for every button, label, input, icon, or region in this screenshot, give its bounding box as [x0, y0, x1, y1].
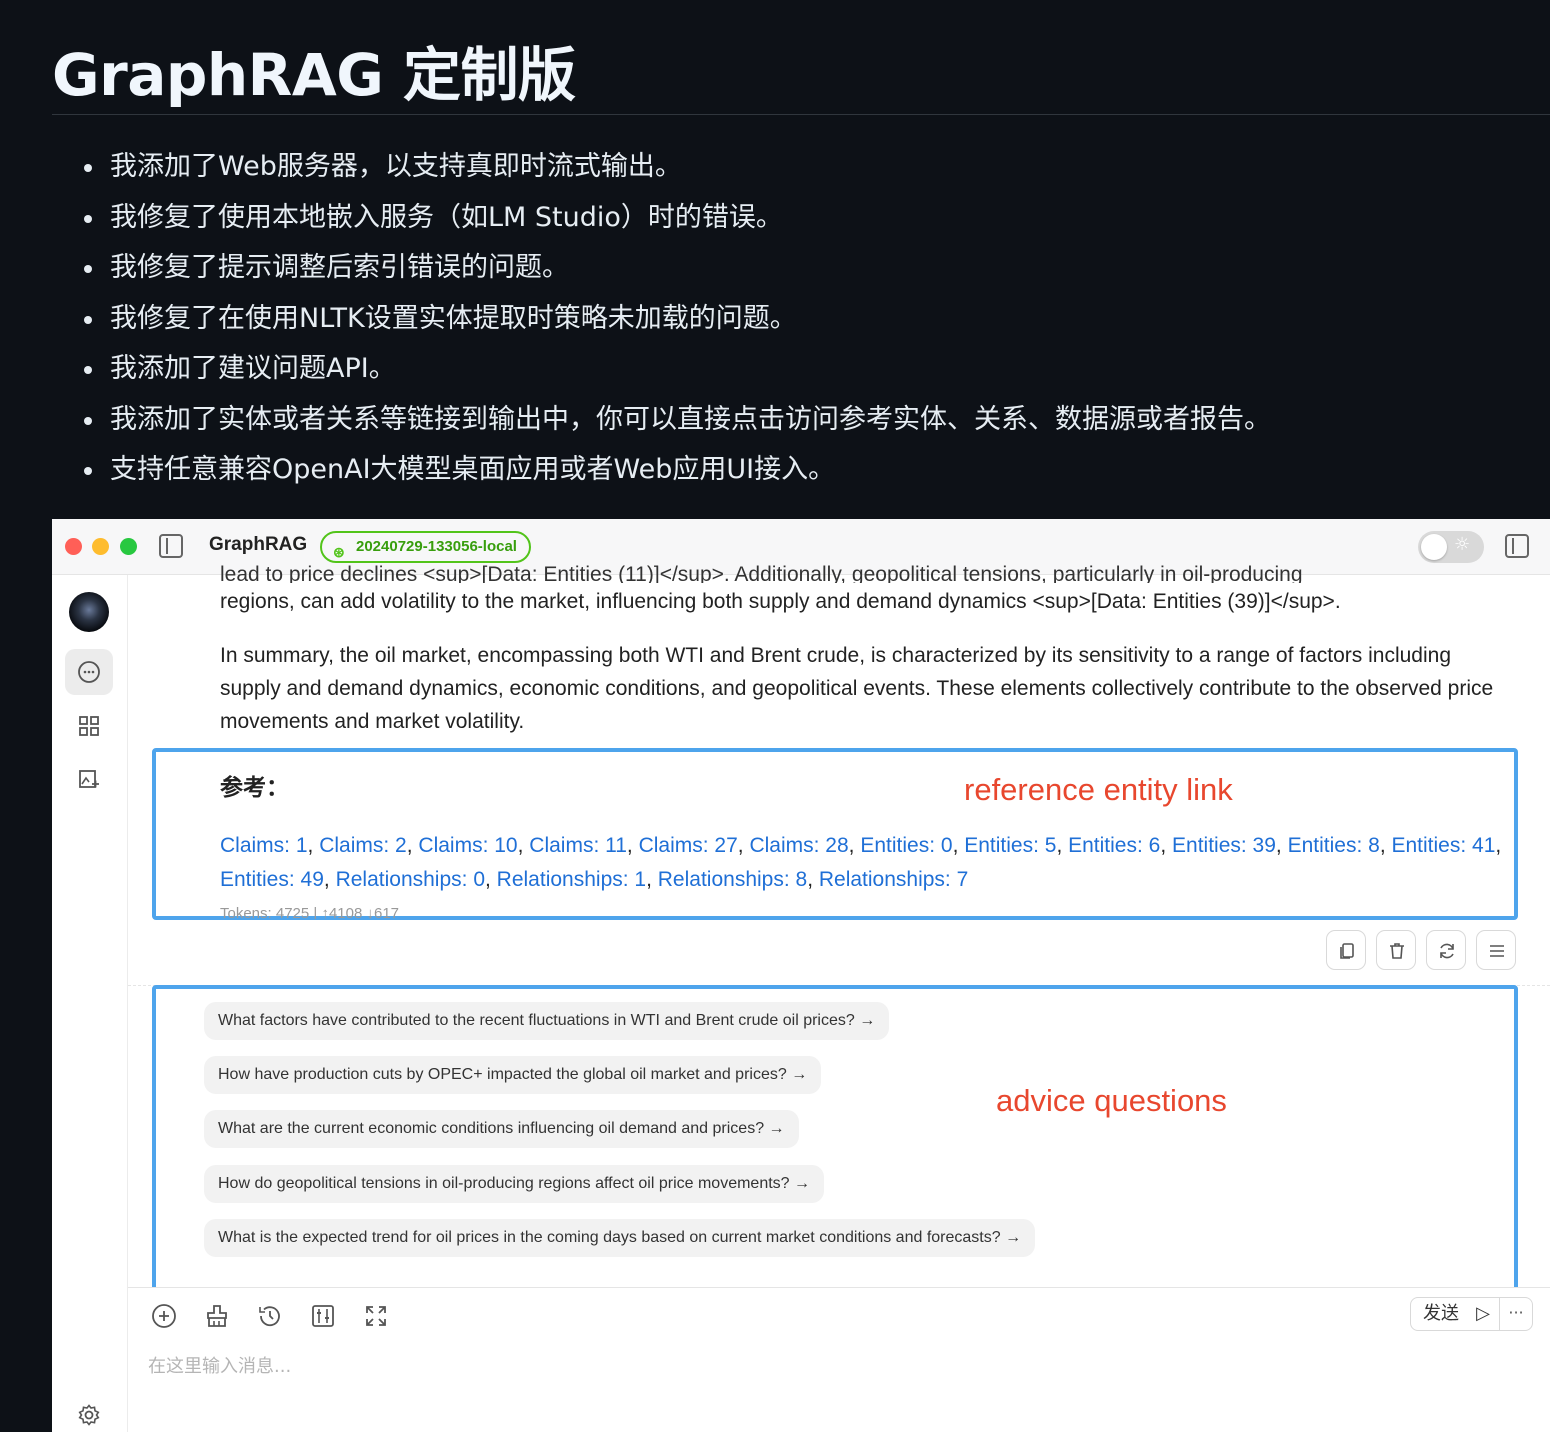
- reference-link[interactable]: Relationships: 8: [658, 868, 807, 891]
- advice-annotation: advice questions: [996, 1083, 1227, 1118]
- reference-link[interactable]: Entities: 39: [1172, 834, 1276, 857]
- reference-link[interactable]: Claims: 27: [639, 834, 738, 857]
- readme-title: GraphRAG 定制版: [52, 41, 576, 109]
- avatar[interactable]: [69, 592, 109, 632]
- trash-icon: [1390, 943, 1404, 959]
- message-summary: In summary, the oil market, encompassing…: [220, 644, 1494, 733]
- message-text-partial: lead to price declines <sup>[Data: Entit…: [220, 563, 1303, 583]
- new-topic-icon[interactable]: [150, 1302, 178, 1330]
- suggested-question[interactable]: What is the expected trend for oil price…: [204, 1219, 1036, 1257]
- maximize-window-button[interactable]: [120, 538, 137, 555]
- reference-link[interactable]: Claims: 2: [319, 834, 407, 857]
- menu-button[interactable]: [1476, 930, 1516, 970]
- send-icon: ▷: [1476, 1303, 1490, 1324]
- feature-item: 我添加了建议问题API。: [80, 344, 1271, 395]
- reference-links: Claims: 1, Claims: 2, Claims: 10, Claims…: [220, 834, 1502, 891]
- reference-link[interactable]: Claims: 1: [220, 834, 308, 857]
- feature-item: 我修复了使用本地嵌入服务（如LM Studio）时的错误。: [80, 193, 1271, 244]
- reference-link[interactable]: Entities: 5: [964, 834, 1056, 857]
- reference-annotation: reference entity link: [964, 772, 1233, 807]
- history-icon[interactable]: [256, 1302, 284, 1330]
- chat-nav-button[interactable]: [65, 649, 113, 695]
- chat-area: lead to price declines <sup>[Data: Entit…: [128, 563, 1550, 1432]
- gear-icon: [78, 1404, 100, 1426]
- sun-icon: ☼: [1454, 534, 1471, 555]
- copy-icon: [1340, 943, 1354, 959]
- suggested-question[interactable]: How do geopolitical tensions in oil-prod…: [204, 1165, 825, 1203]
- reference-link[interactable]: Entities: 41: [1391, 834, 1495, 857]
- reference-link[interactable]: Claims: 28: [749, 834, 848, 857]
- send-options-button[interactable]: ···: [1499, 1297, 1533, 1331]
- delete-button[interactable]: [1376, 930, 1416, 970]
- reference-link[interactable]: Relationships: 7: [819, 868, 968, 891]
- input-area: 发送 ▷ ···: [128, 1287, 1550, 1432]
- send-button[interactable]: 发送 ▷: [1410, 1297, 1500, 1331]
- feature-list: 我添加了Web服务器，以支持真即时流式输出。 我修复了使用本地嵌入服务（如LM …: [80, 142, 1271, 496]
- settings-nav-button[interactable]: [65, 1392, 113, 1432]
- reference-link[interactable]: Entities: 0: [860, 834, 952, 857]
- theme-toggle[interactable]: ☼: [1418, 531, 1484, 563]
- reference-link[interactable]: Relationships: 0: [336, 868, 485, 891]
- feature-item: 支持任意兼容OpenAI大模型桌面应用或者Web应用UI接入。: [80, 445, 1271, 496]
- reference-link[interactable]: Claims: 10: [418, 834, 517, 857]
- reference-link[interactable]: Entities: 6: [1068, 834, 1160, 857]
- clear-context-icon[interactable]: [203, 1302, 231, 1330]
- cube-icon: ⊛: [333, 544, 345, 560]
- copy-button[interactable]: [1326, 930, 1366, 970]
- image-ai-nav-button[interactable]: [65, 757, 113, 803]
- left-rail: [52, 575, 128, 1432]
- feature-item: 我修复了提示调整后索引错误的问题。: [80, 243, 1271, 294]
- chat-bubble-icon: [78, 661, 100, 683]
- refresh-icon: [1440, 943, 1454, 959]
- reference-link[interactable]: Entities: 49: [220, 868, 324, 891]
- message-text: regions, can add volatility to the marke…: [220, 590, 1341, 613]
- app-name: GraphRAG: [209, 534, 308, 555]
- regenerate-button[interactable]: [1426, 930, 1466, 970]
- version-label: 20240729-133056-local: [356, 538, 517, 555]
- suggested-question[interactable]: How have production cuts by OPEC+ impact…: [204, 1056, 822, 1094]
- sliders-icon[interactable]: [309, 1302, 337, 1330]
- grid-icon: [79, 716, 99, 736]
- feature-item: 我添加了Web服务器，以支持真即时流式输出。: [80, 142, 1271, 193]
- sidebar-toggle-icon[interactable]: [159, 534, 183, 558]
- discover-nav-button[interactable]: [65, 703, 113, 749]
- reference-link[interactable]: Relationships: 1: [497, 868, 646, 891]
- expand-icon[interactable]: [362, 1302, 390, 1330]
- message-input[interactable]: [148, 1346, 1398, 1386]
- token-count: Tokens: 4725 | ↑4108 ↓617: [220, 905, 400, 919]
- feature-item: 我添加了实体或者关系等链接到输出中，你可以直接点击访问参考实体、关系、数据源或者…: [80, 395, 1271, 446]
- feature-item: 我修复了在使用NLTK设置实体提取时策略未加载的问题。: [80, 294, 1271, 345]
- panel-icon[interactable]: [1505, 534, 1529, 558]
- image-ai-icon: [79, 770, 99, 788]
- suggested-question[interactable]: What factors have contributed to the rec…: [204, 1002, 890, 1040]
- app-window: GraphRAG ⊛ 20240729-133056-local ☼ lead t…: [52, 519, 1550, 1432]
- references-heading: 参考：: [220, 775, 289, 801]
- close-window-button[interactable]: [65, 538, 82, 555]
- send-label: 发送: [1423, 1303, 1459, 1324]
- title-divider: [52, 114, 1550, 115]
- suggested-question[interactable]: What are the current economic conditions…: [204, 1110, 799, 1148]
- toggle-knob: [1421, 534, 1447, 560]
- minimize-window-button[interactable]: [92, 538, 109, 555]
- menu-icon: [1490, 945, 1504, 957]
- version-badge[interactable]: ⊛ 20240729-133056-local: [320, 531, 531, 563]
- reference-link[interactable]: Claims: 11: [529, 834, 627, 857]
- reference-link[interactable]: Entities: 8: [1288, 834, 1380, 857]
